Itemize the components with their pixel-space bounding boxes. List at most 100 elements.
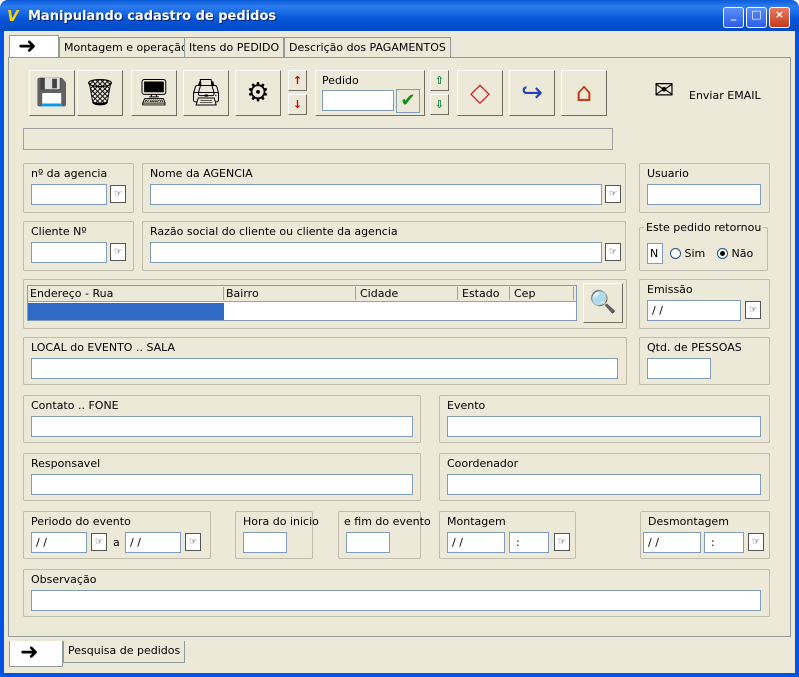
desmontagem-date-input[interactable]: / /	[643, 532, 701, 553]
local-input[interactable]	[31, 358, 618, 379]
col-estado[interactable]: Estado	[462, 287, 510, 300]
hora-fim-group: e fim do evento	[338, 511, 431, 559]
tab-pagamentos[interactable]: Descrição dos PAGAMENTOS	[284, 37, 451, 59]
radio-nao[interactable]: Não	[717, 247, 753, 260]
coordenador-label: Coordenador	[447, 457, 519, 470]
montagem-date-input[interactable]: / /	[447, 532, 505, 553]
monitor-button[interactable]: 🖥	[131, 70, 177, 116]
home-button[interactable]: ⌂	[561, 70, 607, 116]
title-bar[interactable]: V Manipulando cadastro de pedidos _ □ ×	[0, 0, 799, 32]
col-endereco[interactable]: Endereço - Rua	[30, 287, 224, 300]
email-button[interactable]: Enviar EMAIL	[689, 89, 761, 102]
agencia-nome-input[interactable]	[150, 184, 602, 205]
radio-sim-icon	[670, 248, 681, 259]
periodo-label: Periodo do evento	[31, 515, 131, 528]
checkmark-icon: ✔	[400, 90, 416, 111]
local-group: LOCAL do EVENTO .. SALA	[23, 337, 627, 385]
lookup-button[interactable]: ☞	[605, 243, 621, 261]
responsavel-input[interactable]	[31, 474, 413, 495]
hand-icon: ☞	[751, 537, 761, 547]
trash-icon: 🗑	[83, 78, 117, 108]
close-button[interactable]: ×	[769, 7, 790, 28]
calendar-button[interactable]: ☞	[185, 533, 201, 551]
calendar-button[interactable]: ☞	[745, 301, 761, 319]
minimize-icon: _	[730, 8, 737, 21]
retornou-group: Este pedido retornou N Sim Não	[639, 221, 768, 271]
eraser-icon: ◇	[470, 78, 490, 108]
evento-group: Evento	[439, 395, 770, 443]
local-label: LOCAL do EVENTO .. SALA	[31, 341, 176, 354]
col-bairro[interactable]: Bairro	[226, 287, 356, 300]
qtd-label: Qtd. de PESSOAS	[647, 341, 742, 354]
cliente-num-input[interactable]	[31, 242, 107, 263]
print-setup-button[interactable]: ⚙	[235, 70, 281, 116]
retornou-input[interactable]: N	[647, 243, 663, 264]
lookup-button[interactable]: ☞	[110, 243, 126, 261]
selected-cell[interactable]	[28, 303, 224, 320]
calendar-button[interactable]: ☞	[91, 533, 107, 551]
save-button[interactable]: 💾	[29, 70, 75, 116]
hand-icon: ☞	[608, 247, 618, 257]
next-button[interactable]: ↓	[288, 94, 307, 115]
maximize-button[interactable]: □	[746, 7, 767, 28]
bottom-tab-current[interactable]: ➜	[9, 641, 63, 667]
hand-icon: ☞	[94, 537, 104, 547]
up-button[interactable]: ⇧	[430, 70, 449, 91]
forward-button[interactable]: ↪	[509, 70, 555, 116]
lookup-button[interactable]: ☞	[605, 185, 621, 203]
status-bar	[23, 128, 613, 150]
col-cep[interactable]: Cep	[514, 287, 574, 300]
tab-pesquisa[interactable]: Pesquisa de pedidos	[63, 641, 186, 663]
emissao-input[interactable]: / /	[647, 300, 741, 321]
montagem-label: Montagem	[447, 515, 506, 528]
usuario-input[interactable]	[647, 184, 761, 205]
search-address-button[interactable]: 🔍	[583, 283, 623, 323]
contato-label: Contato .. FONE	[31, 399, 119, 412]
window-title: Manipulando cadastro de pedidos	[28, 9, 277, 24]
hora-inicio-input[interactable]	[243, 532, 287, 553]
down-button[interactable]: ⇩	[430, 94, 449, 115]
periodo-de-input[interactable]: / /	[31, 532, 87, 553]
print-button[interactable]: 🖨	[183, 70, 229, 116]
desmontagem-time-input[interactable]: :	[704, 532, 744, 553]
pedido-input[interactable]	[322, 90, 394, 111]
delete-button[interactable]: 🗑	[77, 70, 123, 116]
col-cidade[interactable]: Cidade	[360, 287, 458, 300]
agencia-nome-group: Nome da AGENCIA ☞	[142, 163, 626, 213]
hand-icon: ☞	[188, 537, 198, 547]
qtd-group: Qtd. de PESSOAS	[639, 337, 770, 385]
montagem-time-input[interactable]: :	[509, 532, 549, 553]
minimize-button[interactable]: _	[723, 7, 744, 28]
hora-inicio-label: Hora do inicio	[243, 515, 319, 528]
arrow-up-red-icon: ↑	[292, 74, 303, 87]
observacao-input[interactable]	[31, 590, 761, 611]
calendar-button[interactable]: ☞	[554, 533, 570, 551]
qtd-input[interactable]	[647, 358, 711, 379]
printer-icon: 🖨	[189, 78, 223, 108]
tab-montagem[interactable]: Montagem e operação	[59, 37, 193, 59]
tab-current[interactable]: ➜	[9, 35, 59, 59]
evento-input[interactable]	[447, 416, 761, 437]
endereco-grid[interactable]: Endereço - Rua Bairro Cidade Estado Cep	[27, 285, 577, 321]
tab-itens[interactable]: Itens do PEDIDO	[184, 37, 285, 59]
razao-input[interactable]	[150, 242, 602, 263]
curved-arrow-icon: ↪	[521, 78, 543, 108]
previous-button[interactable]: ↑	[288, 70, 307, 91]
lookup-button[interactable]: ☞	[110, 185, 126, 203]
agencia-num-input[interactable]	[31, 184, 107, 205]
responsavel-group: Responsavel	[23, 453, 421, 501]
retornou-label: Este pedido retornou	[644, 221, 764, 234]
agencia-nome-label: Nome da AGENCIA	[150, 167, 253, 180]
radio-sim[interactable]: Sim	[670, 247, 705, 260]
hora-fim-input[interactable]	[346, 532, 390, 553]
eraser-button[interactable]: ◇	[457, 70, 503, 116]
email-icon[interactable]: ✉	[654, 76, 684, 110]
periodo-ate-input[interactable]: / /	[125, 532, 181, 553]
coordenador-input[interactable]	[447, 474, 761, 495]
montagem-group: Montagem / / : ☞	[439, 511, 576, 559]
calendar-button[interactable]: ☞	[748, 533, 764, 551]
monitor-icon: 🖥	[137, 78, 171, 108]
confirm-button[interactable]: ✔	[396, 89, 420, 113]
contato-input[interactable]	[31, 416, 413, 437]
hand-icon: ☞	[608, 189, 618, 199]
